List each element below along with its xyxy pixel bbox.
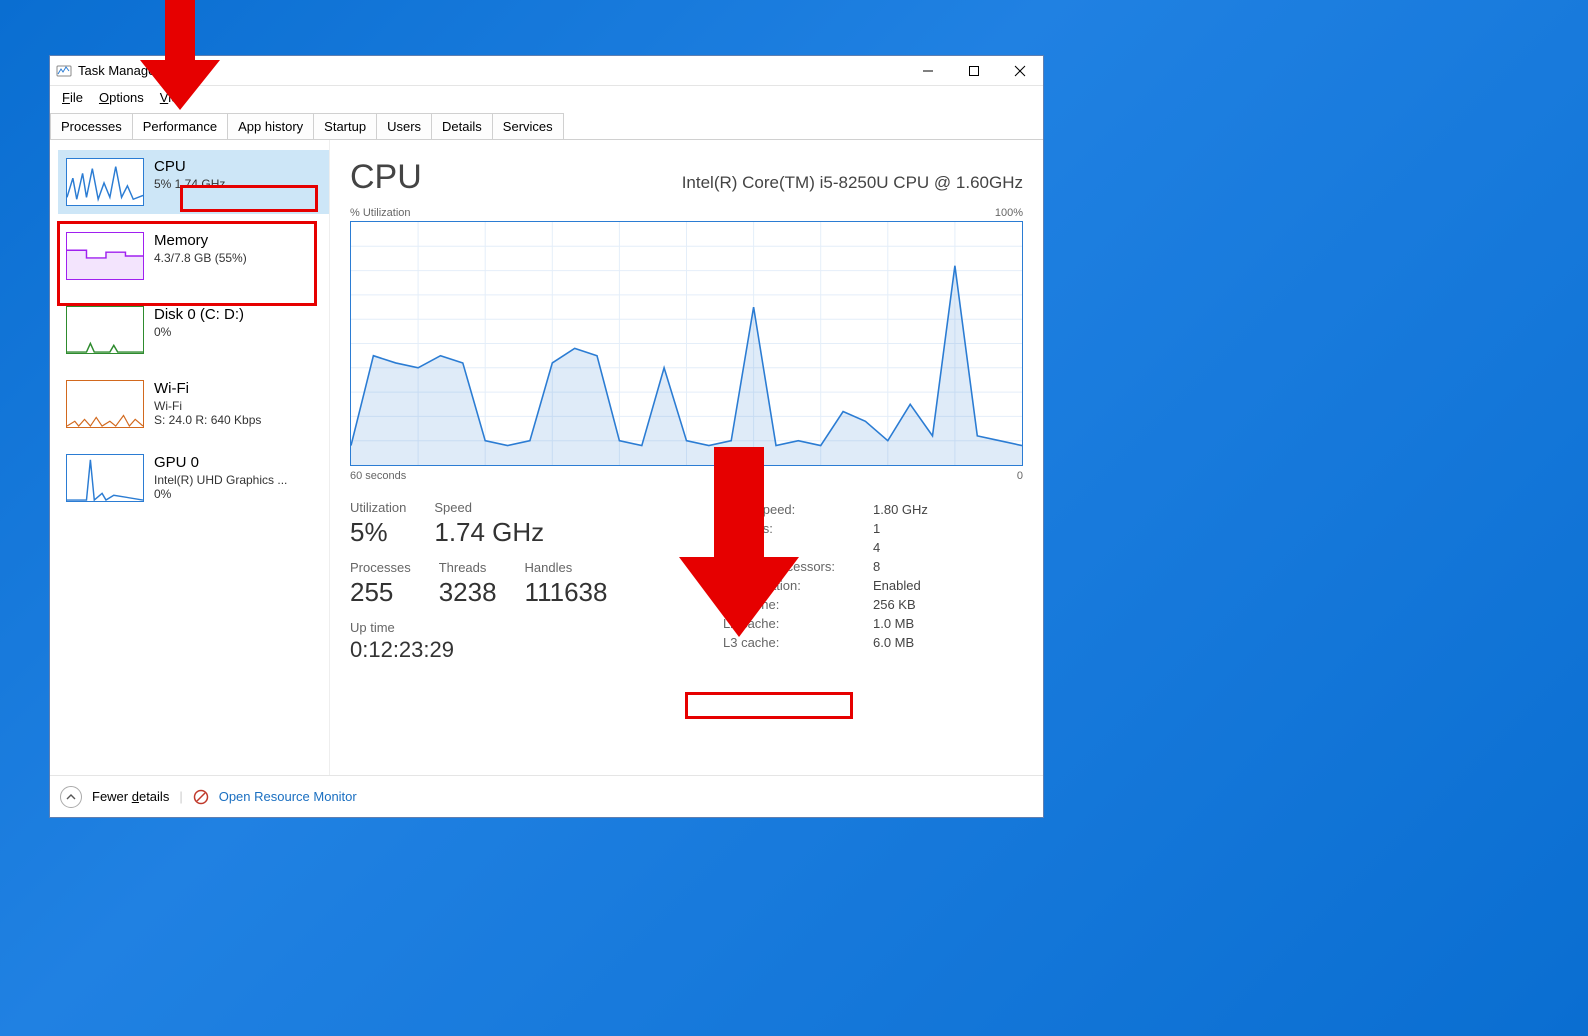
menu-view[interactable]: View bbox=[154, 88, 194, 107]
spec-cores: Cores:4 bbox=[723, 538, 1023, 557]
open-resource-monitor-link[interactable]: Open Resource Monitor bbox=[219, 789, 357, 804]
utilization-label: Utilization bbox=[350, 500, 406, 515]
sidebar-item-cpu[interactable]: CPU 5% 1.74 GHz bbox=[58, 150, 329, 214]
tab-processes[interactable]: Processes bbox=[50, 113, 133, 139]
fewer-details-link[interactable]: Fewer details bbox=[92, 789, 169, 804]
memory-thumb-icon bbox=[66, 232, 144, 280]
tab-details[interactable]: Details bbox=[431, 113, 493, 139]
cpu-name: Intel(R) Core(TM) i5-8250U CPU @ 1.60GHz bbox=[682, 173, 1023, 193]
sidebar-item-title: Memory bbox=[154, 232, 247, 249]
spec-base-speed: Base speed:1.80 GHz bbox=[723, 500, 1023, 519]
sidebar-item-title: Disk 0 (C: D:) bbox=[154, 306, 244, 323]
graph-label-br: 0 bbox=[1017, 470, 1023, 482]
disk-thumb-icon bbox=[66, 306, 144, 354]
graph-label-tl: % Utilization bbox=[350, 207, 411, 219]
graph-label-tr: 100% bbox=[995, 207, 1023, 219]
spec-l3: L3 cache:6.0 MB bbox=[723, 633, 1023, 652]
sidebar-item-sub2: 0% bbox=[154, 487, 287, 501]
wifi-thumb-icon bbox=[66, 380, 144, 428]
spec-l2: L2 cache:1.0 MB bbox=[723, 614, 1023, 633]
sidebar-item-sub: 0% bbox=[154, 325, 244, 339]
menubar: File Options View bbox=[50, 86, 1043, 109]
sidebar-item-sub2: S: 24.0 R: 640 Kbps bbox=[154, 413, 261, 427]
spec-sockets: Sockets:1 bbox=[723, 519, 1023, 538]
minimize-button[interactable] bbox=[905, 56, 951, 86]
tab-performance[interactable]: Performance bbox=[132, 113, 228, 139]
graph-label-bl: 60 seconds bbox=[350, 470, 406, 482]
content: CPU 5% 1.74 GHz Memory 4.3/7.8 GB (55%) bbox=[50, 140, 1043, 775]
uptime-value: 0:12:23:29 bbox=[350, 637, 607, 663]
sidebar-item-title: Wi-Fi bbox=[154, 380, 261, 397]
window-title: Task Manager bbox=[78, 63, 160, 78]
sidebar-item-disk[interactable]: Disk 0 (C: D:) 0% bbox=[58, 298, 329, 362]
titlebar: Task Manager bbox=[50, 56, 1043, 86]
sidebar-item-sub: 4.3/7.8 GB (55%) bbox=[154, 251, 247, 265]
tabbar: Processes Performance App history Startu… bbox=[50, 113, 1043, 140]
tab-startup[interactable]: Startup bbox=[313, 113, 377, 139]
threads-value: 3238 bbox=[439, 577, 497, 608]
sidebar-item-title: CPU bbox=[154, 158, 225, 175]
footer: Fewer details | Open Resource Monitor bbox=[50, 775, 1043, 817]
menu-options[interactable]: Options bbox=[93, 88, 150, 107]
sidebar-item-wifi[interactable]: Wi-Fi Wi-Fi S: 24.0 R: 640 Kbps bbox=[58, 372, 329, 436]
separator: | bbox=[179, 789, 182, 804]
task-manager-window: Task Manager File Options View Processes… bbox=[49, 55, 1044, 818]
utilization-graph bbox=[350, 221, 1023, 466]
threads-label: Threads bbox=[439, 560, 497, 575]
main-heading: CPU bbox=[350, 158, 422, 197]
sidebar-item-memory[interactable]: Memory 4.3/7.8 GB (55%) bbox=[58, 224, 329, 288]
uptime-label: Up time bbox=[350, 620, 607, 635]
chevron-up-icon[interactable] bbox=[60, 786, 82, 808]
specs-table: Base speed:1.80 GHz Sockets:1 Cores:4 Lo… bbox=[723, 500, 1023, 663]
sidebar-item-sub: Wi-Fi bbox=[154, 399, 261, 413]
main-panel: CPU Intel(R) Core(TM) i5-8250U CPU @ 1.6… bbox=[330, 140, 1043, 775]
processes-label: Processes bbox=[350, 560, 411, 575]
spec-logical-processors: Logical processors:8 bbox=[723, 557, 1023, 576]
spec-virtualization: Virtualization:Enabled bbox=[723, 576, 1023, 595]
app-icon bbox=[56, 63, 72, 79]
stats: Utilization 5% Speed 1.74 GHz Processes … bbox=[350, 500, 1023, 663]
processes-value: 255 bbox=[350, 577, 411, 608]
tab-app-history[interactable]: App history bbox=[227, 113, 314, 139]
gpu-thumb-icon bbox=[66, 454, 144, 502]
close-button[interactable] bbox=[997, 56, 1043, 86]
tab-services[interactable]: Services bbox=[492, 113, 564, 139]
sidebar-item-gpu[interactable]: GPU 0 Intel(R) UHD Graphics ... 0% bbox=[58, 446, 329, 510]
handles-label: Handles bbox=[525, 560, 608, 575]
handles-value: 111638 bbox=[525, 577, 608, 608]
sidebar-item-sub: 5% 1.74 GHz bbox=[154, 177, 225, 191]
cpu-thumb-icon bbox=[66, 158, 144, 206]
speed-label: Speed bbox=[434, 500, 544, 515]
sidebar: CPU 5% 1.74 GHz Memory 4.3/7.8 GB (55%) bbox=[50, 140, 330, 775]
utilization-value: 5% bbox=[350, 517, 406, 548]
resource-monitor-icon bbox=[193, 789, 209, 805]
menu-file[interactable]: File bbox=[56, 88, 89, 107]
speed-value: 1.74 GHz bbox=[434, 517, 544, 548]
tab-users[interactable]: Users bbox=[376, 113, 432, 139]
spec-l1: L1 cache:256 KB bbox=[723, 595, 1023, 614]
sidebar-item-title: GPU 0 bbox=[154, 454, 287, 471]
sidebar-item-sub: Intel(R) UHD Graphics ... bbox=[154, 473, 287, 487]
maximize-button[interactable] bbox=[951, 56, 997, 86]
